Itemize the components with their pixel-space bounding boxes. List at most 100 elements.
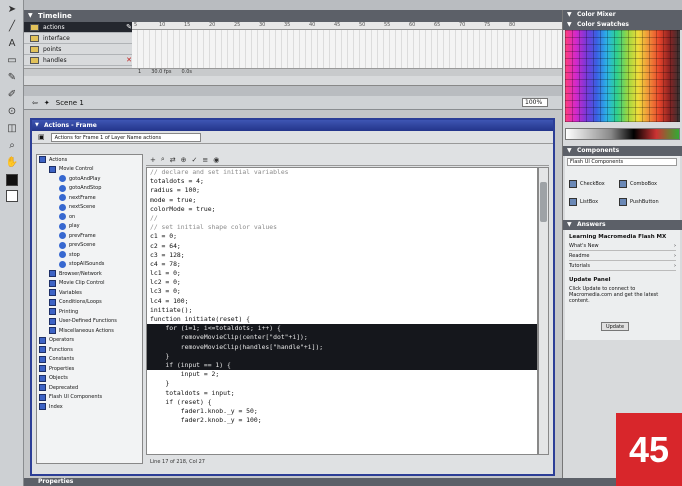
code-line[interactable]: lc4 = 100; [147,297,537,306]
toolbox-item[interactable]: play [37,222,142,232]
code-line[interactable]: c1 = 0; [147,232,537,241]
layer-row[interactable]: interface [24,33,132,44]
back-arrow-icon[interactable]: ⇦ [32,99,38,107]
properties-title[interactable]: Properties [24,478,616,486]
toolbox-item[interactable]: Deprecated [37,383,142,393]
code-line[interactable]: fader1.knob._y = 50; [147,407,537,416]
code-line[interactable]: function initiate(reset) { [147,315,537,324]
code-line[interactable]: mode = true; [147,196,537,205]
toolbox-item[interactable]: Variables [37,288,142,298]
code-line[interactable]: input = 2; [147,370,537,379]
code-line[interactable]: c3 = 128; [147,251,537,260]
scene-label[interactable]: Scene 1 [56,99,84,107]
editor-scrollbar[interactable] [538,167,549,455]
code-line[interactable]: colorMode = true; [147,205,537,214]
code-line[interactable]: // declare and set initial variables [147,168,537,177]
brush-tool-icon[interactable]: ✐ [2,88,22,102]
code-line[interactable]: // [147,214,537,223]
code-line[interactable]: lc2 = 0; [147,278,537,287]
component-item[interactable]: CheckBox [569,180,605,188]
update-button[interactable]: Update [601,322,629,331]
layer-row[interactable]: points [24,44,132,55]
frames-grid[interactable]: 5 10 15 20 25 30 35 40 45 50 55 60 65 70 75 80 [132,22,562,68]
code-line[interactable]: if (reset) { [147,398,537,407]
zoom-tool-icon[interactable]: ⌕ [2,139,22,153]
pencil-tool-icon[interactable]: ✎ [2,71,22,85]
check-syntax-icon[interactable]: ✓ [192,156,198,164]
debug-icon[interactable]: ◉ [213,156,219,164]
toolbox-item[interactable]: nextFrame [37,193,142,203]
code-line[interactable]: initiate(); [147,306,537,315]
replace-icon[interactable]: ⇄ [170,156,176,164]
toolbox-item[interactable]: Printing [37,307,142,317]
toolbox-item[interactable]: Objects [37,374,142,384]
answers-row[interactable]: Tutorials › [569,263,676,271]
toolbox-item[interactable]: gotoAndStop [37,184,142,194]
toolbox-item[interactable]: on [37,212,142,222]
layer-row[interactable]: handles ✕ [24,55,132,66]
code-line[interactable]: lc1 = 0; [147,269,537,278]
toolbox-item[interactable]: Conditions/Loops [37,298,142,308]
arrow-tool-icon[interactable]: ➤ [2,3,22,17]
code-line[interactable]: totaldots = input; [147,389,537,398]
code-editor[interactable]: // declare and set initial variables tota… [146,167,538,455]
toolbox-item[interactable]: Miscellaneous Actions [37,326,142,336]
code-line[interactable]: for (i=1; i<=totaldots; i++) { [147,324,537,334]
zoom-select[interactable]: 100% [522,98,548,107]
code-line[interactable]: // set initial shape color values [147,223,537,232]
code-line[interactable]: } [147,379,537,388]
toolbox-item[interactable]: gotoAndPlay [37,174,142,184]
text-tool-icon[interactable]: A [2,37,22,51]
toolbox-item[interactable]: Index [37,402,142,412]
layer-tools[interactable] [24,68,132,76]
code-line[interactable]: removeMovieClip(handles["handle"+i]); [147,342,537,352]
toolbox-item[interactable]: stopAllSounds [37,260,142,270]
components-dropdown[interactable]: Flash UI Components [567,158,677,166]
components-title[interactable]: Components [563,146,682,156]
fill-color-swatch[interactable] [6,190,18,202]
code-line[interactable]: c4 = 78; [147,260,537,269]
actions-target-dropdown[interactable]: Actions for Frame 1 of Layer Name action… [50,132,201,142]
ink-tool-icon[interactable]: ⊙ [2,105,22,119]
code-line[interactable]: } [147,351,537,361]
target-icon[interactable]: ⊕ [181,156,187,164]
answers-row[interactable]: Readme › [569,253,676,261]
color-swatches-title[interactable]: Color Swatches [563,20,682,30]
actions-title[interactable]: Actions - Frame [32,120,553,131]
toolbox-item[interactable]: Browser/Network [37,269,142,279]
answers-title[interactable]: Answers [563,220,682,230]
gradient-strip[interactable] [565,128,680,140]
toolbox-item[interactable]: Properties [37,364,142,374]
color-swatch-grid[interactable] [565,30,680,122]
layer-row[interactable]: actions ✎ [24,22,132,33]
toolbox-item[interactable]: prevScene [37,241,142,251]
color-mixer-title[interactable]: Color Mixer [563,10,682,20]
toolbox-item[interactable]: Actions [37,155,142,165]
toolbox-item[interactable]: Movie Clip Control [37,279,142,289]
add-icon[interactable]: + [150,156,156,164]
toolbox-item[interactable]: Flash UI Components [37,393,142,403]
scroll-thumb[interactable] [540,182,547,222]
toolbox-item[interactable]: Operators [37,336,142,346]
component-item[interactable]: ListBox [569,198,598,206]
toolbox-item[interactable]: prevFrame [37,231,142,241]
code-line[interactable]: if (input == 1) { [147,360,537,371]
code-line[interactable]: c2 = 64; [147,242,537,251]
toolbox-item[interactable]: Functions [37,345,142,355]
component-item[interactable]: PushButton [619,198,659,206]
toolbox-item[interactable]: stop [37,250,142,260]
hand-tool-icon[interactable]: ✋ [2,156,22,170]
answers-row[interactable]: What's New › [569,243,676,251]
code-line[interactable]: totaldots = 4; [147,177,537,186]
find-icon[interactable]: ⌕ [161,155,165,164]
stroke-color-swatch[interactable] [6,174,18,186]
code-line[interactable]: radius = 100; [147,186,537,195]
rectangle-tool-icon[interactable]: ▭ [2,54,22,68]
format-icon[interactable]: ≡ [202,156,208,164]
line-tool-icon[interactable]: ╱ [2,20,22,34]
timeline-title[interactable]: Timeline [24,10,562,22]
code-line[interactable]: fader2.knob._y = 100; [147,416,537,425]
code-line[interactable]: removeMovieClip(center["dot"+i]); [147,333,537,343]
code-line[interactable]: lc3 = 0; [147,287,537,296]
toolbox-item[interactable]: nextScene [37,203,142,213]
